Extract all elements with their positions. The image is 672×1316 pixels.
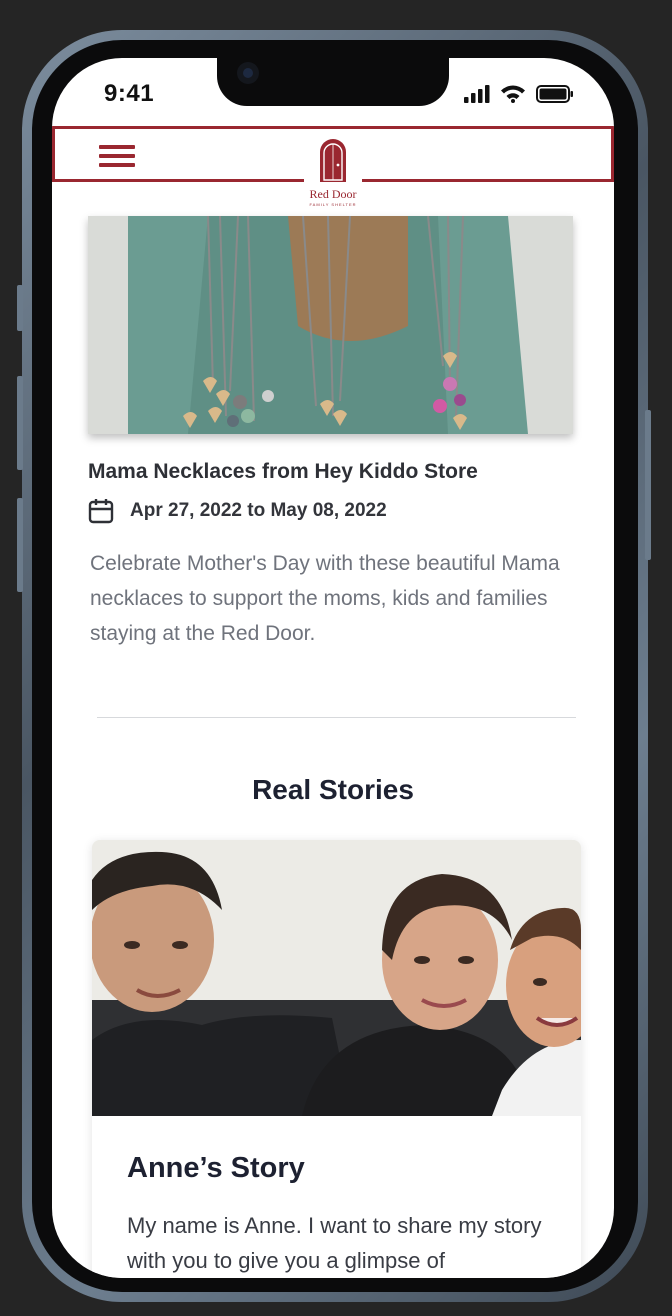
phone-screen: 9:41 Red Door FAMILY SHELTER Mama Neckla…: [52, 58, 614, 1278]
phone-volume-down-button: [17, 498, 23, 592]
cellular-signal-icon: [464, 84, 490, 103]
event-image[interactable]: [88, 216, 573, 434]
logo-subtext: FAMILY SHELTER: [309, 202, 357, 207]
event-description: Celebrate Mother's Day with these beauti…: [90, 552, 560, 645]
story-excerpt: My name is Anne. I want to share my stor…: [127, 1213, 542, 1273]
phone-volume-up-button: [17, 376, 23, 470]
status-icons: [464, 84, 574, 103]
red-door-icon: [320, 139, 346, 182]
event-date-row: Apr 27, 2022 to May 08, 2022: [88, 498, 387, 524]
front-camera: [237, 62, 259, 84]
section-divider: [97, 717, 576, 718]
status-bar: 9:41: [52, 58, 614, 124]
logo-text: Red Door: [309, 187, 357, 201]
notch: [217, 58, 449, 106]
phone-power-button: [645, 410, 651, 560]
story-image[interactable]: [92, 840, 581, 1116]
story-card[interactable]: Anne’s Story My name is Anne. I want to …: [92, 840, 581, 1278]
necklaces-photo: [88, 216, 573, 434]
phone-action-button: [17, 285, 23, 331]
family-photo: [92, 840, 581, 1116]
event-title[interactable]: Mama Necklaces from Hey Kiddo Store: [88, 460, 478, 484]
red-door-logo[interactable]: Red Door FAMILY SHELTER: [304, 138, 362, 208]
event-date-range: Apr 27, 2022 to May 08, 2022: [130, 500, 387, 521]
calendar-icon: [88, 499, 114, 524]
story-title[interactable]: Anne’s Story: [127, 1152, 305, 1185]
status-time: 9:41: [104, 80, 155, 107]
wifi-icon: [501, 85, 525, 103]
hamburger-menu-icon[interactable]: [99, 145, 135, 167]
real-stories-heading: Real Stories: [252, 774, 414, 805]
battery-icon: [536, 84, 573, 103]
